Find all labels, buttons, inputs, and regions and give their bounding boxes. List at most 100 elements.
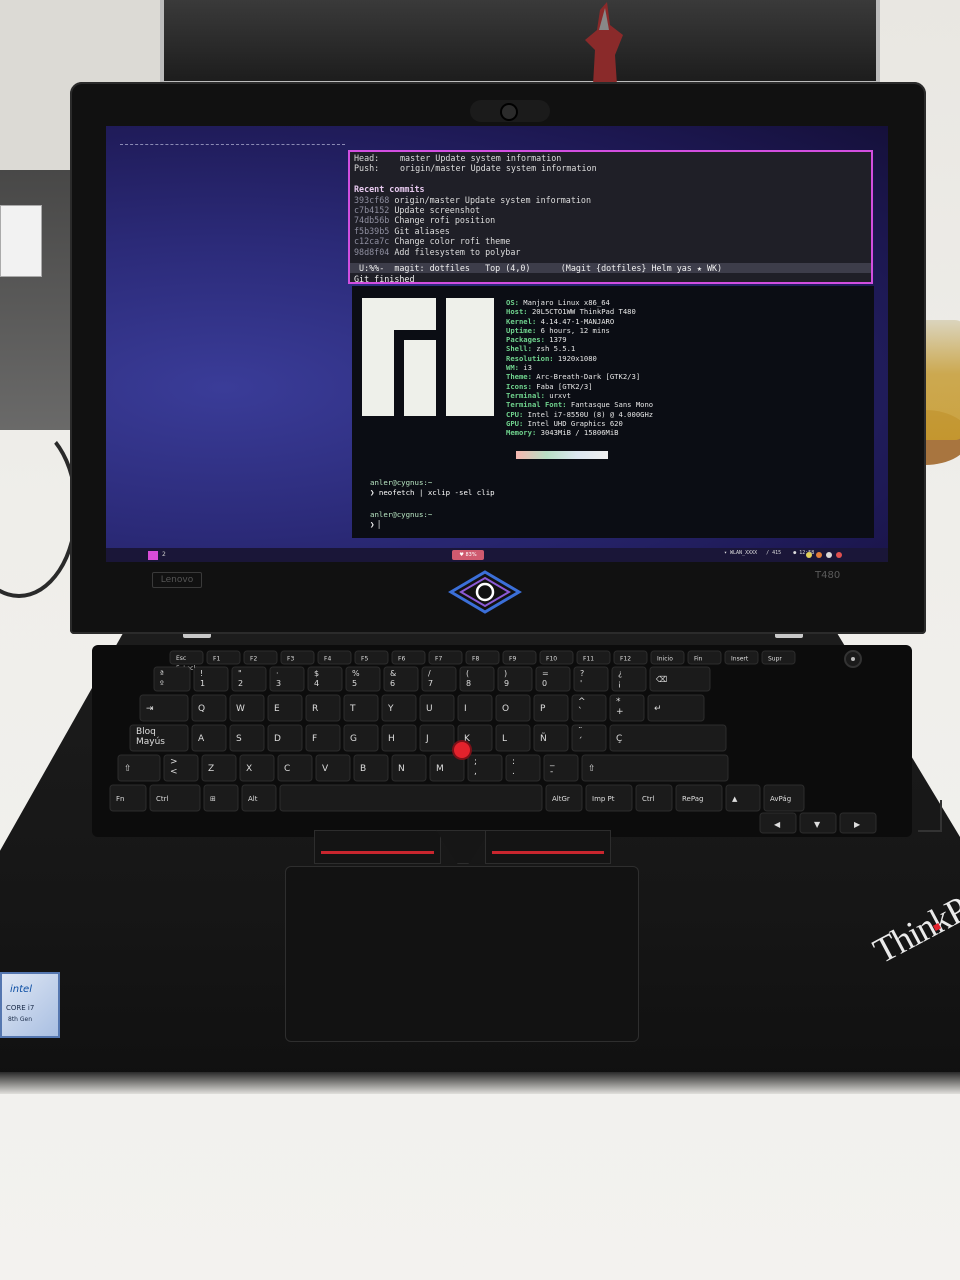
key[interactable]: F5 bbox=[354, 650, 389, 665]
command-input[interactable]: ❯ ▏ bbox=[370, 520, 383, 529]
key[interactable]: S bbox=[229, 724, 265, 752]
magit-window[interactable]: Head: master Update system information Pu… bbox=[348, 150, 873, 284]
key[interactable]: W bbox=[229, 694, 265, 722]
key[interactable]: E bbox=[267, 694, 303, 722]
key[interactable]: ?' bbox=[573, 666, 609, 692]
key[interactable]: Ctrl bbox=[149, 784, 201, 812]
commit-row[interactable]: f5b39b5 Git aliases bbox=[354, 226, 867, 236]
commit-row[interactable]: 393cf68 origin/master Update system info… bbox=[354, 195, 867, 205]
key[interactable]: (8 bbox=[459, 666, 495, 692]
key[interactable]: Inicio bbox=[650, 650, 685, 665]
key[interactable]: L bbox=[495, 724, 531, 752]
key[interactable]: F3 bbox=[280, 650, 315, 665]
key[interactable]: C bbox=[277, 754, 313, 782]
key[interactable]: Imp Pt bbox=[585, 784, 633, 812]
commit-row[interactable]: c7b4152 Update screenshot bbox=[354, 205, 867, 215]
key[interactable]: ▲ bbox=[725, 784, 761, 812]
arrow-key[interactable]: ▼ bbox=[799, 812, 837, 834]
key[interactable]: )9 bbox=[497, 666, 533, 692]
key[interactable]: ªº bbox=[153, 666, 191, 692]
arrow-key[interactable]: ◀ bbox=[759, 812, 797, 834]
key[interactable]: Fn bbox=[109, 784, 147, 812]
key[interactable]: AltGr bbox=[545, 784, 583, 812]
key[interactable]: Fin bbox=[687, 650, 722, 665]
commit-row[interactable]: c12ca7c Change color rofi theme bbox=[354, 236, 867, 246]
key[interactable]: ⇧ bbox=[117, 754, 161, 782]
key[interactable]: P bbox=[533, 694, 569, 722]
key[interactable]: ¨´ bbox=[571, 724, 607, 752]
key[interactable]: !1 bbox=[193, 666, 229, 692]
key[interactable]: G bbox=[343, 724, 379, 752]
key[interactable]: $4 bbox=[307, 666, 343, 692]
key[interactable]: ^` bbox=[571, 694, 607, 722]
power-button[interactable] bbox=[844, 650, 862, 668]
key[interactable]: *+ bbox=[609, 694, 645, 722]
key[interactable]: ⇧ bbox=[581, 754, 729, 782]
key[interactable]: F7 bbox=[428, 650, 463, 665]
key[interactable]: T bbox=[343, 694, 379, 722]
key[interactable]: Supr bbox=[761, 650, 796, 665]
key[interactable]: ↵ bbox=[647, 694, 705, 722]
key[interactable]: AvPág bbox=[763, 784, 805, 812]
key[interactable]: U bbox=[419, 694, 455, 722]
key[interactable]: A bbox=[191, 724, 227, 752]
tray-icon[interactable] bbox=[816, 552, 822, 558]
key[interactable]: >< bbox=[163, 754, 199, 782]
arrow-key[interactable]: ▶ bbox=[839, 812, 877, 834]
key[interactable]: ⇥ bbox=[139, 694, 189, 722]
fingerprint-reader[interactable] bbox=[918, 800, 942, 832]
key[interactable]: H bbox=[381, 724, 417, 752]
key[interactable]: :. bbox=[505, 754, 541, 782]
key[interactable]: /7 bbox=[421, 666, 457, 692]
key[interactable]: Z bbox=[201, 754, 237, 782]
key[interactable]: F1 bbox=[206, 650, 241, 665]
key[interactable]: M bbox=[429, 754, 465, 782]
key[interactable]: _- bbox=[543, 754, 579, 782]
trackpoint[interactable] bbox=[454, 742, 470, 758]
key[interactable]: Ñ bbox=[533, 724, 569, 752]
key[interactable]: F6 bbox=[391, 650, 426, 665]
key[interactable]: &6 bbox=[383, 666, 419, 692]
key[interactable]: "2 bbox=[231, 666, 267, 692]
key[interactable]: F4 bbox=[317, 650, 352, 665]
trackpad-right-button[interactable] bbox=[485, 830, 611, 864]
key[interactable]: Alt bbox=[241, 784, 277, 812]
tray-icon[interactable] bbox=[826, 552, 832, 558]
key[interactable]: F bbox=[305, 724, 341, 752]
key[interactable]: Ç bbox=[609, 724, 727, 752]
key[interactable]: ¿¡ bbox=[611, 666, 647, 692]
workspace-2[interactable]: 2 bbox=[162, 551, 172, 560]
key[interactable]: Y bbox=[381, 694, 417, 722]
key[interactable]: ⊞ bbox=[203, 784, 239, 812]
key[interactable]: =0 bbox=[535, 666, 571, 692]
key[interactable]: F2 bbox=[243, 650, 278, 665]
key[interactable]: D bbox=[267, 724, 303, 752]
key[interactable]: BloqMayús bbox=[129, 724, 189, 752]
key[interactable]: X bbox=[239, 754, 275, 782]
tray-icon[interactable] bbox=[806, 552, 812, 558]
key[interactable]: ⌫ bbox=[649, 666, 711, 692]
trackpad-left-button[interactable] bbox=[314, 830, 441, 864]
key[interactable]: ;, bbox=[467, 754, 503, 782]
key[interactable]: F8 bbox=[465, 650, 500, 665]
key[interactable] bbox=[279, 784, 543, 812]
key[interactable]: B bbox=[353, 754, 389, 782]
key[interactable]: I bbox=[457, 694, 493, 722]
workspace-1[interactable] bbox=[148, 551, 158, 560]
key[interactable]: F11 bbox=[576, 650, 611, 665]
touchpad[interactable] bbox=[285, 866, 639, 1042]
key[interactable]: RePag bbox=[675, 784, 723, 812]
key[interactable]: O bbox=[495, 694, 531, 722]
commit-row[interactable]: 98d8f04 Add filesystem to polybar bbox=[354, 247, 867, 257]
key[interactable]: N bbox=[391, 754, 427, 782]
key[interactable]: Ctrl bbox=[635, 784, 673, 812]
key[interactable]: Insert bbox=[724, 650, 759, 665]
key[interactable]: F9 bbox=[502, 650, 537, 665]
key[interactable]: ·3 bbox=[269, 666, 305, 692]
key[interactable]: F12 bbox=[613, 650, 648, 665]
key[interactable]: %5 bbox=[345, 666, 381, 692]
key[interactable]: Q bbox=[191, 694, 227, 722]
terminal-window[interactable]: OS: Manjaro Linux x86_64 Host: 20L5CTO1WW… bbox=[352, 286, 874, 538]
key[interactable]: R bbox=[305, 694, 341, 722]
key[interactable]: V bbox=[315, 754, 351, 782]
